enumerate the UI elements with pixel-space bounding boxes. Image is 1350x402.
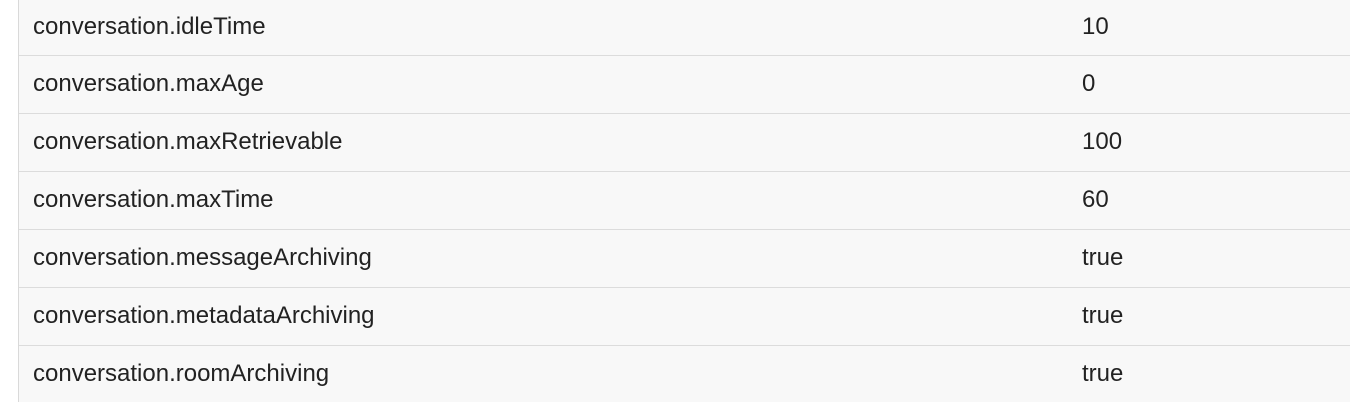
table-row[interactable]: conversation.idleTime 10	[19, 0, 1350, 56]
property-value: true	[1082, 229, 1350, 288]
property-name: conversation.maxTime	[19, 171, 1082, 230]
property-value: 100	[1082, 113, 1350, 172]
table-row[interactable]: conversation.maxRetrievable 100	[19, 113, 1350, 172]
table-row[interactable]: conversation.maxTime 60	[19, 171, 1350, 230]
property-name: conversation.roomArchiving	[33, 360, 330, 388]
property-name: conversation.metadataArchiving	[19, 287, 1082, 346]
table-row[interactable]: conversation.maxAge 0	[19, 55, 1350, 114]
property-value: 10	[1082, 0, 1350, 56]
property-value: true	[1082, 287, 1350, 346]
property-name: conversation.idleTime	[19, 0, 1082, 56]
property-value: 60	[1082, 171, 1350, 230]
property-name: conversation.maxRetrievable	[19, 113, 1082, 172]
property-name: conversation.maxAge	[19, 55, 1082, 114]
table-row[interactable]: conversation.metadataArchiving true	[19, 287, 1350, 346]
property-value: true	[1082, 360, 1124, 388]
property-value: 0	[1082, 55, 1350, 114]
table-row[interactable]: conversation.roomArchiving true	[19, 345, 1350, 402]
property-name: conversation.messageArchiving	[19, 229, 1082, 288]
properties-table: conversation.idleTime 10 conversation.ma…	[19, 0, 1350, 402]
table-row[interactable]: conversation.messageArchiving true	[19, 229, 1350, 288]
properties-table-container: conversation.idleTime 10 conversation.ma…	[18, 0, 1350, 402]
